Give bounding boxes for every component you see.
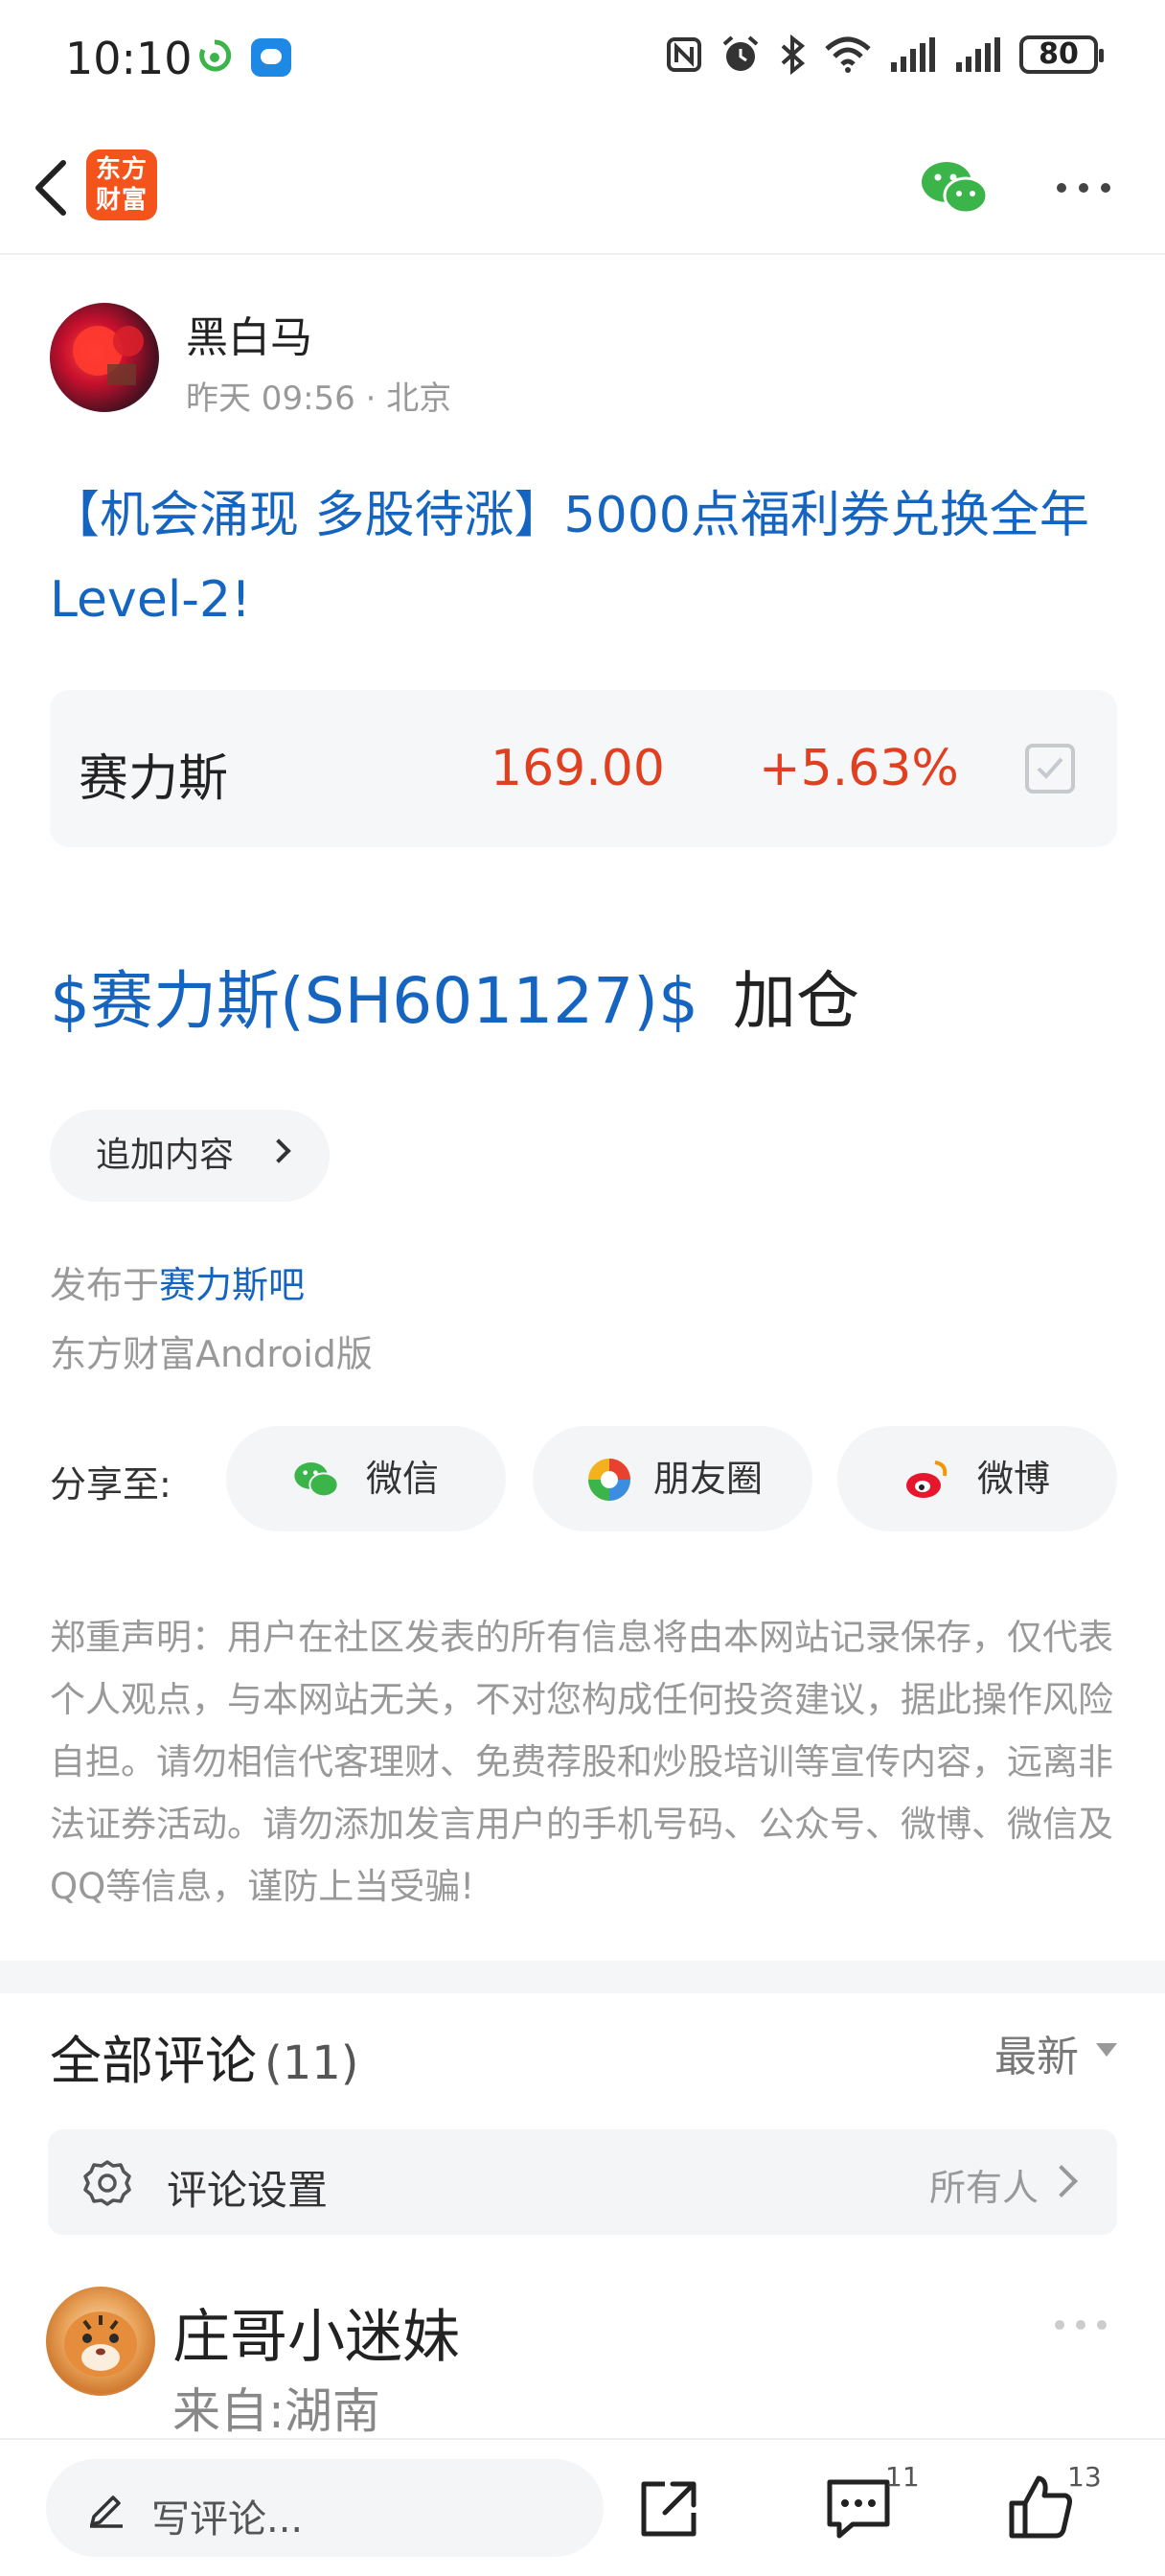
append-content-button[interactable]: 追加内容	[50, 1110, 330, 1202]
author-name[interactable]: 黑白马	[186, 303, 312, 364]
comments-title-text: 全部评论	[50, 2031, 257, 2091]
sort-dropdown[interactable]: 最新	[994, 2022, 1117, 2083]
bluetooth-icon	[781, 34, 806, 75]
comments-title: 全部评论 (11)	[50, 2018, 359, 2094]
share-moments-button[interactable]: 朋友圈	[533, 1426, 812, 1531]
post-body: $赛力斯(SH601127)$ 加仓	[50, 958, 859, 1045]
message-app-icon	[251, 38, 291, 77]
comment-settings-value: 所有人	[928, 2167, 1039, 2209]
wifi-icon	[825, 36, 871, 73]
client-version: 东方财富Android版	[50, 1333, 373, 1375]
moments-icon	[588, 1459, 630, 1501]
logo-text-bottom: 财富	[95, 186, 148, 215]
stock-change: +5.63%	[759, 740, 959, 797]
append-content-label: 追加内容	[96, 1136, 235, 1175]
check-icon	[1037, 757, 1063, 779]
status-time: 10:10	[65, 33, 193, 84]
share-icon[interactable]	[636, 2476, 701, 2542]
comment-more-icon[interactable]	[1052, 2315, 1109, 2334]
comment-settings-row[interactable]: 评论设置 所有人	[48, 2129, 1117, 2235]
stock-name: 赛力斯	[79, 750, 229, 808]
alarm-icon	[722, 35, 759, 71]
post-body-text: 加仓	[732, 964, 859, 1038]
post-title-link[interactable]: 【机会涌现 多股待涨】5000点福利券兑换全年Level-2!	[50, 473, 1123, 642]
disclaimer-text: 郑重声明：用户在社区发表的所有信息将由本网站记录保存，仅代表个人观点，与本网站无…	[50, 1617, 1113, 1907]
stock-quote-card[interactable]: 赛力斯 169.00 +5.63%	[50, 690, 1117, 847]
signal-icon-2	[956, 37, 1000, 72]
chevron-right-icon	[266, 1138, 291, 1163]
wechat-share-icon[interactable]	[920, 159, 989, 217]
published-in: 发布于赛力斯吧	[50, 1255, 305, 1308]
share-weibo-button[interactable]: 微博	[837, 1426, 1117, 1531]
caret-down-icon	[1096, 2043, 1117, 2057]
commenter-name[interactable]: 庄哥小迷妹	[172, 2290, 460, 2374]
logo-text-top: 东方	[95, 155, 148, 184]
add-to-watchlist-checkbox[interactable]	[1025, 744, 1075, 794]
stock-price: 169.00	[491, 740, 665, 797]
sort-label: 最新	[994, 2033, 1079, 2082]
post-meta: 昨天 09:56 · 北京	[186, 380, 452, 418]
thumbs-up-icon[interactable]	[1006, 2472, 1075, 2542]
share-row: 分享至: 微信 朋友圈 微博	[50, 1426, 1117, 1531]
nfc-icon	[667, 37, 701, 72]
lantern-image	[73, 326, 144, 385]
wechat-icon	[294, 1462, 339, 1498]
app-notification-icon	[199, 39, 232, 72]
back-button[interactable]	[23, 153, 80, 222]
tiger-image	[64, 2312, 137, 2377]
share-label: 分享至:	[50, 1463, 171, 1506]
nav-bar: 东方 财富	[0, 125, 1165, 255]
status-icons: 80	[665, 34, 1104, 75]
section-divider	[0, 1961, 1165, 1993]
write-comment-input[interactable]: 写评论...	[46, 2459, 604, 2557]
like-count-badge: 13	[1067, 2461, 1102, 2493]
author-avatar[interactable]	[50, 303, 159, 412]
comment-icon[interactable]	[824, 2476, 893, 2542]
comment-count-badge: 11	[885, 2461, 920, 2493]
battery-icon: 80	[1019, 35, 1104, 74]
share-wechat-button[interactable]: 微信	[226, 1426, 506, 1531]
bottom-action-bar: 写评论... 11 13	[0, 2438, 1165, 2576]
stock-tag-link[interactable]: $赛力斯(SH601127)$	[50, 964, 698, 1038]
app-logo[interactable]: 东方 财富	[86, 150, 157, 220]
stock-bar-link[interactable]: 赛力斯吧	[159, 1264, 305, 1306]
write-comment-placeholder: 写评论...	[151, 2497, 304, 2542]
comments-header: 全部评论 (11) 最新	[50, 2018, 1117, 2095]
author-row: 黑白马 昨天 09:56 · 北京	[50, 303, 1104, 418]
status-bar: 10:10 80	[0, 0, 1165, 115]
comment-item: 庄哥小迷妹 来自:湖南	[46, 2287, 1117, 2439]
share-wechat-label: 微信	[366, 1458, 440, 1500]
chevron-right-icon	[1045, 2165, 1078, 2197]
signal-icon	[891, 37, 935, 72]
share-moments-label: 朋友圈	[653, 1458, 764, 1500]
published-prefix: 发布于	[50, 1264, 160, 1306]
weibo-icon	[906, 1460, 948, 1498]
pen-icon	[90, 2496, 123, 2528]
more-options-icon[interactable]	[1052, 167, 1115, 209]
commenter-region: 来自:湖南	[172, 2383, 380, 2439]
commenter-avatar[interactable]	[46, 2287, 155, 2396]
share-weibo-label: 微博	[977, 1458, 1051, 1500]
gear-icon	[83, 2160, 131, 2206]
comment-settings-label: 评论设置	[167, 2167, 329, 2214]
comments-count: (11)	[264, 2036, 359, 2090]
